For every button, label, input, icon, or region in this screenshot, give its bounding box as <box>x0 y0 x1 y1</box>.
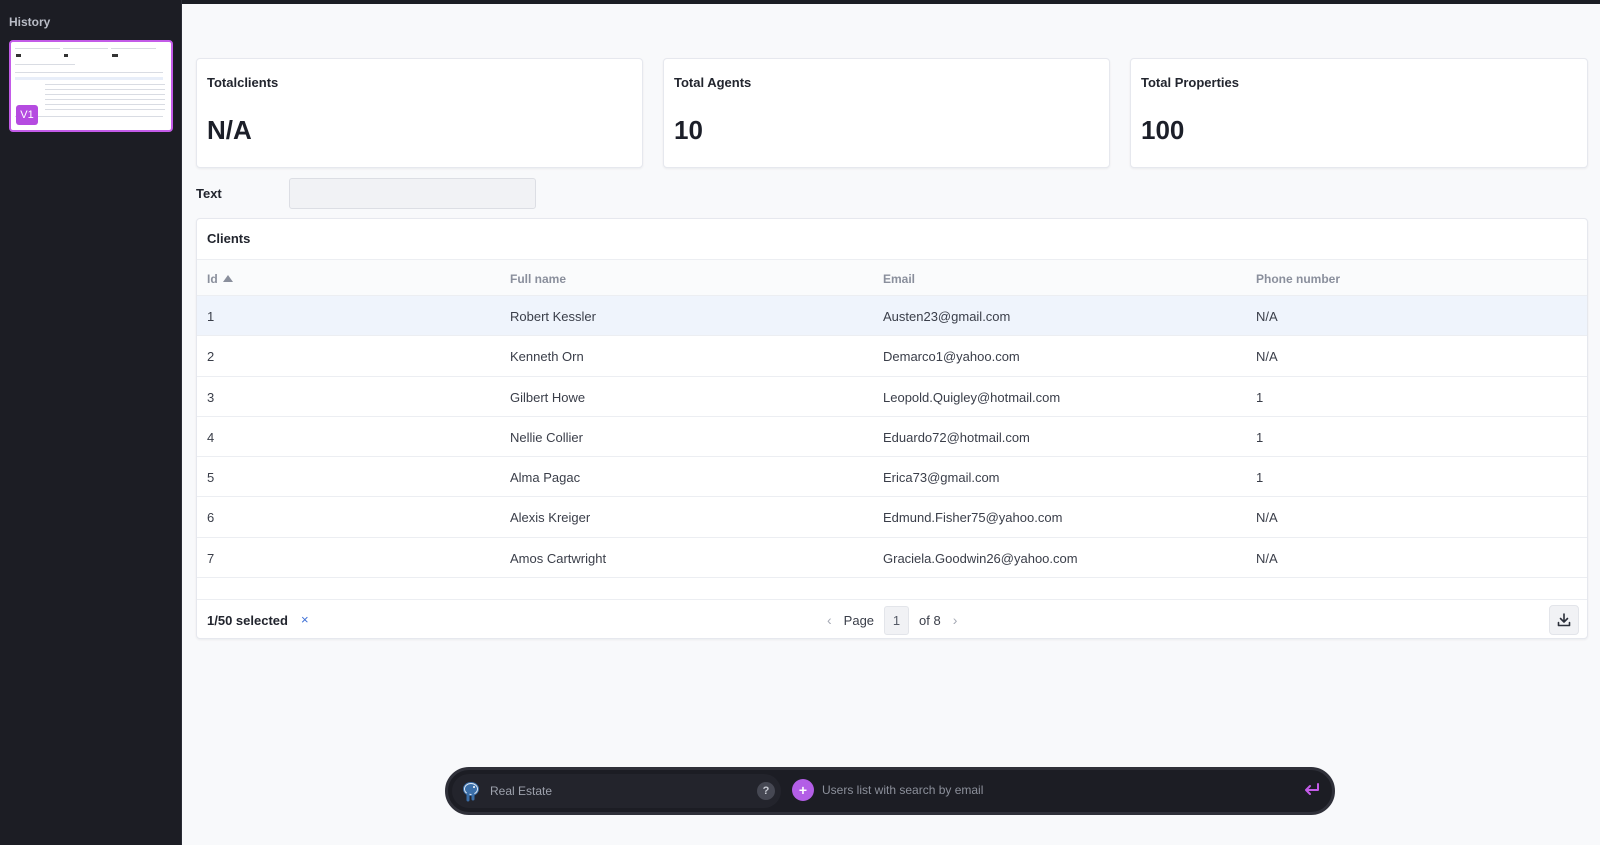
cell-full-name: Nellie Collier <box>510 429 583 445</box>
cell-id: 3 <box>207 389 215 405</box>
table-row[interactable]: 7 Amos Cartwright Graciela.Goodwin26@yah… <box>197 538 1587 579</box>
table-row[interactable]: 2 Kenneth Orn Demarco1@yahoo.com N/A <box>197 336 1587 377</box>
cell-email: Austen23@gmail.com <box>883 309 1011 324</box>
column-header-id[interactable]: Id <box>207 272 233 286</box>
stat-value: N/A <box>207 115 252 145</box>
thumb-line <box>45 94 165 95</box>
table-row[interactable]: 5 Alma Pagac Erica73@gmail.com 1 <box>197 457 1587 498</box>
prompt-bar: Real Estate ? + <box>445 767 1335 815</box>
main-content: Totalclients N/A Total Agents 10 Total P… <box>182 4 1600 845</box>
thumb-line <box>15 48 60 49</box>
download-icon <box>1557 613 1571 627</box>
thumb-mark <box>16 54 21 57</box>
thumb-line <box>45 109 165 110</box>
thumb-line <box>63 48 108 49</box>
table-footer: 1/50 selected × ‹ Page 1 of 8 › <box>197 599 1587 640</box>
table-row[interactable]: 1 Robert Kessler Austen23@gmail.com N/A <box>197 296 1587 337</box>
cell-id: 1 <box>207 309 215 324</box>
column-header-phone[interactable]: Phone number <box>1256 272 1340 286</box>
text-filter-label: Text <box>196 186 222 201</box>
cell-id: 7 <box>207 550 215 566</box>
cell-phone: N/A <box>1256 349 1278 365</box>
prompt-input[interactable] <box>822 777 1292 803</box>
cell-full-name: Robert Kessler <box>510 309 596 324</box>
cell-email: Eduardo72@hotmail.com <box>883 429 1030 445</box>
cell-full-name: Alexis Kreiger <box>510 510 591 526</box>
table-row[interactable]: 4 Nellie Collier Eduardo72@hotmail.com 1 <box>197 417 1587 458</box>
cell-full-name: Gilbert Howe <box>510 389 586 405</box>
cell-id: 2 <box>207 349 215 365</box>
table-header: Id Full name Email Phone number <box>197 259 1587 296</box>
page-total: of 8 <box>919 612 941 628</box>
stat-card-total-properties: Total Properties 100 <box>1130 58 1588 168</box>
stat-label: Total Properties <box>1141 75 1240 90</box>
table-row[interactable]: 6 Alexis Kreiger Edmund.Fisher75@yahoo.c… <box>197 497 1587 538</box>
cell-id: 6 <box>207 510 215 526</box>
table-title: Clients <box>207 231 251 246</box>
next-page-icon[interactable]: › <box>951 612 960 628</box>
enter-icon[interactable] <box>1303 782 1321 798</box>
table-body: 1 Robert Kessler Austen23@gmail.com N/A … <box>197 296 1587 579</box>
thumb-mark <box>112 54 118 57</box>
database-selector[interactable]: Real Estate ? <box>452 774 781 808</box>
cell-phone: 1 <box>1256 389 1264 405</box>
column-header-full-name[interactable]: Full name <box>510 272 566 286</box>
text-filter-input[interactable] <box>289 178 536 209</box>
column-header-email[interactable]: Email <box>883 272 915 286</box>
table-row[interactable]: 3 Gilbert Howe Leopold.Quigley@hotmail.c… <box>197 377 1587 417</box>
stat-value: 100 <box>1141 115 1185 145</box>
ai-sparkle-icon: + <box>792 779 814 801</box>
cell-full-name: Kenneth Orn <box>510 349 584 365</box>
thumb-line <box>15 72 163 73</box>
sidebar-title: History <box>9 15 51 29</box>
stat-label: Totalclients <box>207 75 279 90</box>
cell-full-name: Amos Cartwright <box>510 550 607 566</box>
history-sidebar: History V1 <box>0 0 182 845</box>
thumb-line <box>45 104 165 105</box>
column-header-label: Id <box>207 272 218 286</box>
cell-phone: N/A <box>1256 510 1278 526</box>
cell-id: 5 <box>207 470 215 486</box>
database-label: Real Estate <box>490 784 553 798</box>
stat-card-total-agents: Total Agents 10 <box>663 58 1110 168</box>
thumb-line <box>45 99 165 100</box>
thumb-line <box>15 77 163 80</box>
page-label: Page <box>843 612 875 628</box>
clear-selection-icon[interactable]: × <box>301 612 309 627</box>
stat-value: 10 <box>674 115 703 145</box>
cell-email: Demarco1@yahoo.com <box>883 349 1020 365</box>
download-button[interactable] <box>1549 605 1579 635</box>
thumb-line <box>111 48 156 49</box>
prev-page-icon[interactable]: ‹ <box>825 612 834 628</box>
version-badge: V1 <box>16 105 38 125</box>
thumb-line <box>15 64 75 65</box>
help-icon[interactable]: ? <box>757 782 775 800</box>
history-version-card[interactable]: V1 <box>9 40 173 132</box>
clients-table: Clients Id Full name Email Phone number … <box>196 218 1588 639</box>
thumb-line <box>45 89 165 90</box>
cell-email: Leopold.Quigley@hotmail.com <box>883 389 1061 405</box>
stat-card-total-clients: Totalclients N/A <box>196 58 643 168</box>
cell-phone: 1 <box>1256 429 1264 445</box>
selection-count: 1/50 selected <box>207 613 288 628</box>
thumb-line <box>45 84 165 85</box>
cell-phone: N/A <box>1256 309 1278 324</box>
cell-email: Erica73@gmail.com <box>883 470 1000 486</box>
cell-id: 4 <box>207 429 215 445</box>
page-number-input[interactable]: 1 <box>884 605 910 635</box>
stat-label: Total Agents <box>674 75 752 90</box>
sort-ascending-icon <box>222 275 233 282</box>
cell-full-name: Alma Pagac <box>510 470 581 486</box>
cell-phone: 1 <box>1256 470 1264 486</box>
cell-email: Graciela.Goodwin26@yahoo.com <box>883 550 1078 566</box>
pagination: ‹ Page 1 of 8 › <box>825 604 959 636</box>
postgres-elephant-icon <box>463 782 479 802</box>
thumb-mark <box>64 54 68 57</box>
cell-email: Edmund.Fisher75@yahoo.com <box>883 510 1063 526</box>
cell-phone: N/A <box>1256 550 1278 566</box>
